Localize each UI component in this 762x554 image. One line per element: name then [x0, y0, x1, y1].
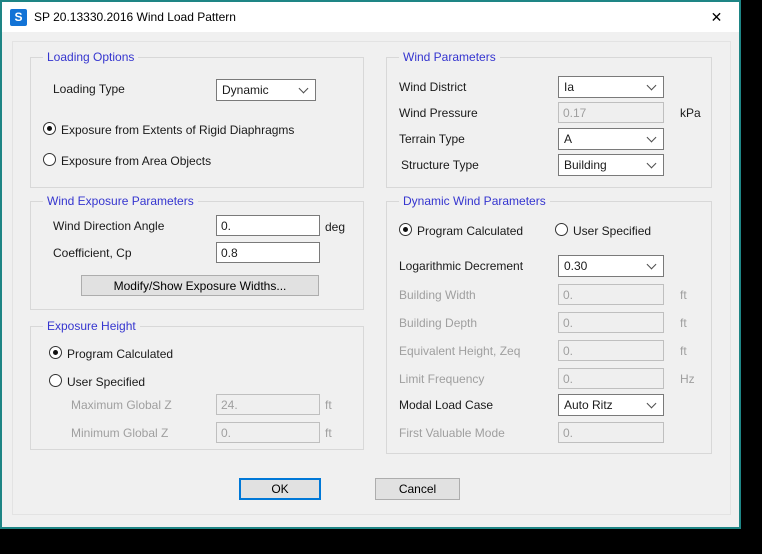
wind-direction-angle-unit: deg — [325, 220, 345, 234]
building-depth-input — [558, 312, 664, 333]
chevron-down-icon — [647, 260, 657, 270]
terrain-type-value: A — [559, 132, 648, 146]
app-icon: S — [10, 9, 27, 26]
wind-pressure-input — [558, 102, 664, 123]
maximum-global-z-unit: ft — [325, 398, 332, 412]
first-valuable-mode-label: First Valuable Mode — [399, 426, 505, 440]
building-depth-label: Building Depth — [399, 316, 477, 330]
structure-type-select[interactable]: Building — [558, 154, 664, 176]
group-wind-parameters: Wind Parameters Wind District Ia Wind Pr… — [386, 57, 712, 188]
wind-pressure-unit: kPa — [680, 106, 701, 120]
loading-type-value: Dynamic — [217, 83, 300, 97]
group-title: Exposure Height — [43, 319, 140, 333]
modify-show-exposure-widths-button[interactable]: Modify/Show Exposure Widths... — [81, 275, 319, 296]
maximum-global-z-input — [216, 394, 320, 415]
group-wind-exposure-parameters: Wind Exposure Parameters Wind Direction … — [30, 201, 364, 310]
minimum-global-z-input — [216, 422, 320, 443]
first-valuable-mode-input — [558, 422, 664, 443]
coefficient-cp-input[interactable] — [216, 242, 320, 263]
logarithmic-decrement-value: 0.30 — [559, 259, 648, 273]
ok-button[interactable]: OK — [239, 478, 321, 500]
modal-load-case-label: Modal Load Case — [399, 398, 493, 412]
wind-direction-angle-label: Wind Direction Angle — [53, 219, 164, 233]
chevron-down-icon — [647, 81, 657, 91]
chevron-down-icon — [647, 133, 657, 143]
wind-pressure-label: Wind Pressure — [399, 106, 478, 120]
radio-dynamic-user-specified[interactable] — [555, 223, 568, 236]
radio-exposure-area-objects-label: Exposure from Area Objects — [61, 154, 211, 168]
building-width-unit: ft — [680, 288, 687, 302]
radio-height-program-calculated-label: Program Calculated — [67, 347, 173, 361]
equivalent-height-zeq-unit: ft — [680, 344, 687, 358]
structure-type-label: Structure Type — [401, 158, 479, 172]
radio-dynamic-program-calculated-label: Program Calculated — [417, 224, 523, 238]
radio-exposure-rigid-diaphragms-label: Exposure from Extents of Rigid Diaphragm… — [61, 123, 294, 137]
radio-height-user-specified[interactable] — [49, 374, 62, 387]
modal-load-case-value: Auto Ritz — [559, 398, 648, 412]
group-title: Wind Parameters — [399, 50, 500, 64]
close-icon: ✕ — [711, 9, 723, 25]
equivalent-height-zeq-label: Equivalent Height, Zeq — [399, 344, 520, 358]
maximum-global-z-label: Maximum Global Z — [71, 398, 172, 412]
cancel-button[interactable]: Cancel — [375, 478, 460, 500]
structure-type-value: Building — [559, 158, 648, 172]
logarithmic-decrement-label: Logarithmic Decrement — [399, 259, 523, 273]
terrain-type-select[interactable]: A — [558, 128, 664, 150]
loading-type-label: Loading Type — [53, 82, 125, 96]
radio-height-program-calculated[interactable] — [49, 346, 62, 359]
group-dynamic-wind-parameters: Dynamic Wind Parameters Program Calculat… — [386, 201, 712, 454]
building-width-label: Building Width — [399, 288, 476, 302]
chevron-down-icon — [647, 399, 657, 409]
minimum-global-z-unit: ft — [325, 426, 332, 440]
building-depth-unit: ft — [680, 316, 687, 330]
titlebar[interactable]: S SP 20.13330.2016 Wind Load Pattern ✕ — [2, 2, 739, 32]
radio-dynamic-program-calculated[interactable] — [399, 223, 412, 236]
wind-direction-angle-input[interactable] — [216, 215, 320, 236]
modal-load-case-select[interactable]: Auto Ritz — [558, 394, 664, 416]
radio-exposure-rigid-diaphragms[interactable] — [43, 122, 56, 135]
minimum-global-z-label: Minimum Global Z — [71, 426, 168, 440]
chevron-down-icon — [299, 84, 309, 94]
close-button[interactable]: ✕ — [694, 2, 739, 32]
chevron-down-icon — [647, 159, 657, 169]
loading-type-select[interactable]: Dynamic — [216, 79, 316, 101]
radio-height-user-specified-label: User Specified — [67, 375, 145, 389]
equivalent-height-zeq-input — [558, 340, 664, 361]
group-title: Loading Options — [43, 50, 138, 64]
wind-load-pattern-dialog: S SP 20.13330.2016 Wind Load Pattern ✕ L… — [0, 0, 741, 529]
group-loading-options: Loading Options Loading Type Dynamic Exp… — [30, 57, 364, 188]
limit-frequency-label: Limit Frequency — [399, 372, 484, 386]
radio-exposure-area-objects[interactable] — [43, 153, 56, 166]
group-exposure-height: Exposure Height Program Calculated User … — [30, 326, 364, 450]
wind-district-value: Ia — [559, 80, 648, 94]
wind-district-label: Wind District — [399, 80, 466, 94]
limit-frequency-unit: Hz — [680, 372, 695, 386]
radio-dynamic-user-specified-label: User Specified — [573, 224, 651, 238]
group-title: Wind Exposure Parameters — [43, 194, 198, 208]
building-width-input — [558, 284, 664, 305]
limit-frequency-input — [558, 368, 664, 389]
logarithmic-decrement-select[interactable]: 0.30 — [558, 255, 664, 277]
wind-district-select[interactable]: Ia — [558, 76, 664, 98]
coefficient-cp-label: Coefficient, Cp — [53, 246, 132, 260]
window-title: SP 20.13330.2016 Wind Load Pattern — [34, 10, 236, 24]
group-title: Dynamic Wind Parameters — [399, 194, 550, 208]
terrain-type-label: Terrain Type — [399, 132, 465, 146]
